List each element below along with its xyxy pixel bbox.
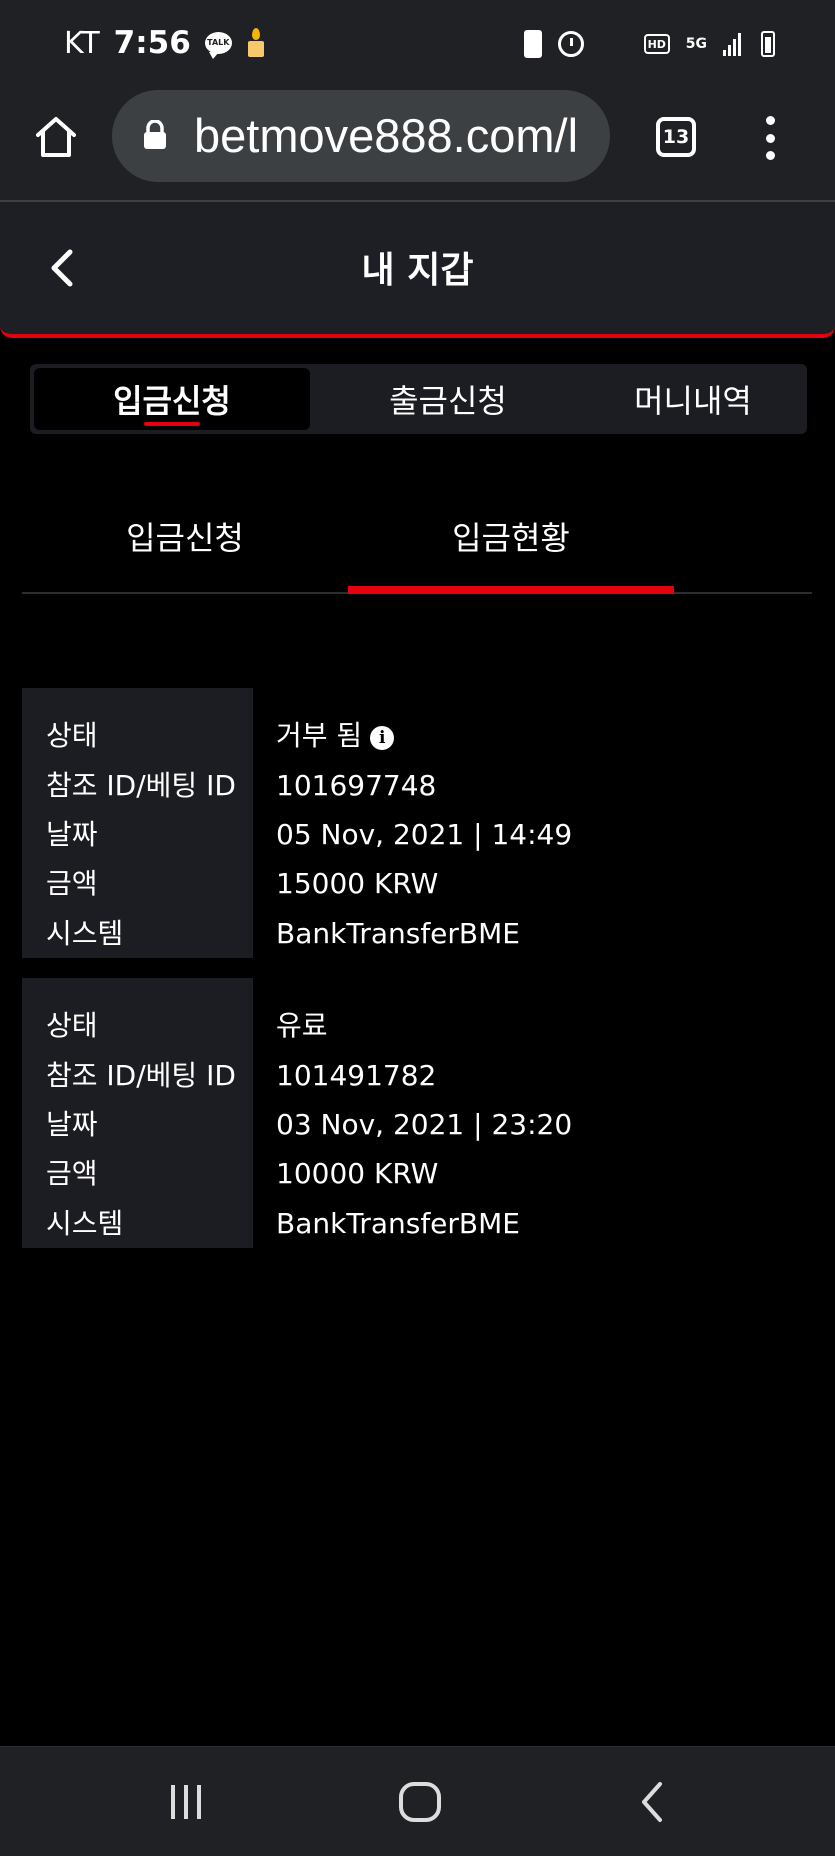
url-text[interactable]: betmove888.com/l	[194, 104, 610, 168]
label-amount: 금액	[46, 1157, 98, 1190]
label-date: 날짜	[46, 1108, 98, 1141]
label-system: 시스템	[46, 917, 124, 950]
carrier-label: KT	[64, 25, 100, 61]
back-button-icon[interactable]	[624, 1777, 684, 1827]
recent-apps-icon[interactable]	[156, 1777, 216, 1827]
info-icon[interactable]: i	[370, 726, 395, 750]
signal-icon	[723, 32, 745, 56]
wallet-tabs: 입금신청 출금신청 머니내역	[30, 364, 807, 434]
active-tab-indicator	[144, 422, 200, 426]
label-system: 시스템	[46, 1207, 124, 1240]
system-value: BankTransferBME	[276, 1207, 520, 1240]
status-bar: KT 7:56 TALK HD 5G	[0, 0, 835, 86]
kakaotalk-icon: TALK	[204, 32, 232, 59]
home-icon[interactable]	[32, 113, 80, 161]
candle-icon	[246, 28, 266, 58]
label-date: 날짜	[46, 818, 98, 851]
talk-badge-text: TALK	[207, 38, 230, 47]
system-value: BankTransferBME	[276, 917, 520, 950]
deposit-record: 상태 참조 ID/베팅 ID 날짜 금액 시스템 유료 101491782 03…	[22, 978, 812, 1248]
lock-icon	[144, 120, 166, 149]
label-amount: 금액	[46, 867, 98, 900]
tab-deposit-request[interactable]: 입금신청	[34, 368, 310, 430]
tab-switcher-button[interactable]: 13	[656, 117, 696, 157]
deposit-record: 상태 참조 ID/베팅 ID 날짜 금액 시스템 거부 됨 i 101697748…	[22, 688, 812, 958]
reference-id-value: 101697748	[276, 769, 437, 802]
label-status: 상태	[46, 719, 98, 752]
status-right: HD 5G	[523, 24, 775, 64]
subtab-label: 입금신청	[126, 519, 244, 557]
amount-value: 10000 KRW	[276, 1157, 439, 1190]
home-button-icon[interactable]	[390, 1777, 450, 1827]
battery-saver-icon	[523, 30, 542, 58]
tab-label: 출금신청	[389, 382, 507, 420]
page-header: 내 지갑	[0, 202, 835, 338]
browser-menu-icon[interactable]	[762, 116, 778, 160]
tab-withdraw-request[interactable]: 출금신청	[320, 368, 576, 430]
deposit-subtabs: 입금신청 입금현황	[22, 480, 812, 594]
tab-money-history[interactable]: 머니내역	[580, 368, 806, 430]
hd-voice-icon: HD	[643, 34, 670, 54]
alarm-icon	[557, 31, 584, 57]
status-text: 거부 됨	[276, 719, 363, 752]
status-value: 유료	[276, 1009, 328, 1042]
tab-label: 머니내역	[634, 382, 752, 420]
status-time: 7:56	[113, 25, 191, 61]
system-navigation-bar	[0, 1746, 835, 1856]
page-title: 내 지갑	[361, 250, 474, 291]
label-reference-id: 참조 ID/베팅 ID	[46, 1059, 236, 1092]
subtab-label: 입금현황	[452, 519, 570, 557]
reference-id-value: 101491782	[276, 1059, 437, 1092]
label-status: 상태	[46, 1009, 98, 1042]
date-value: 05 Nov, 2021 | 14:49	[276, 818, 573, 851]
label-reference-id: 참조 ID/베팅 ID	[46, 769, 236, 802]
date-value: 03 Nov, 2021 | 23:20	[276, 1108, 573, 1141]
browser-toolbar: betmove888.com/l 13	[0, 86, 835, 202]
active-subtab-indicator	[348, 586, 674, 594]
address-bar[interactable]: betmove888.com/l	[112, 90, 610, 182]
tab-label: 입금신청	[113, 382, 231, 420]
subtab-deposit-request[interactable]: 입금신청	[22, 480, 348, 592]
network-5g-icon: 5G	[685, 36, 707, 52]
amount-value: 15000 KRW	[276, 867, 439, 900]
subtab-deposit-status[interactable]: 입금현황	[348, 480, 674, 594]
status-left: KT 7:56 TALK	[64, 22, 266, 64]
status-value: 거부 됨 i	[276, 716, 395, 756]
battery-icon	[761, 31, 775, 57]
